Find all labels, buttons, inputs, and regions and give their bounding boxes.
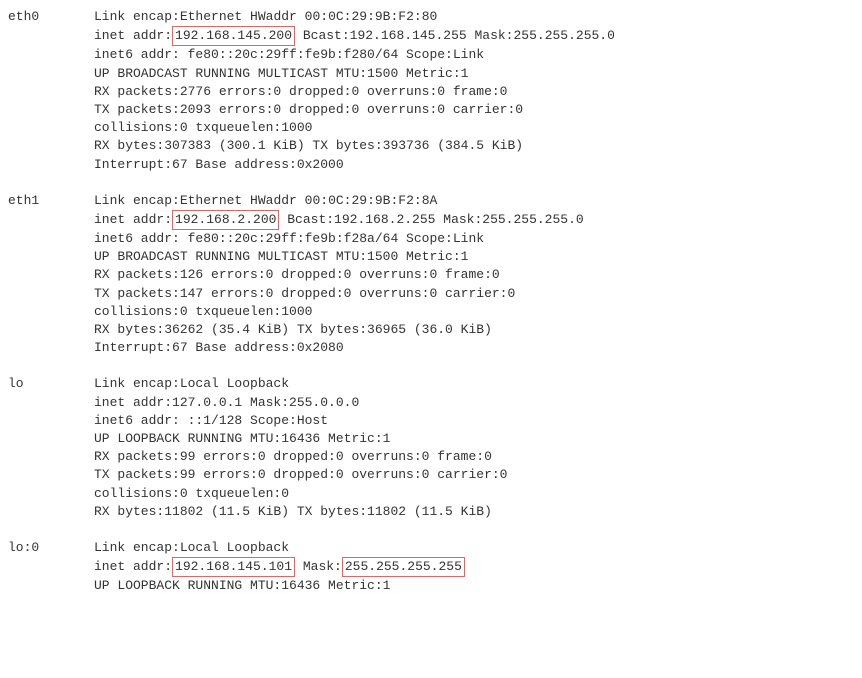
iface-name: eth0 [8, 8, 94, 26]
interface-eth0: eth0 Link encap:Ethernet HWaddr 00:0C:29… [8, 8, 854, 174]
flags-line: UP BROADCAST RUNNING MULTICAST MTU:1500 … [94, 248, 468, 266]
inet6-line: inet6 addr: fe80::20c:29ff:fe9b:f28a/64 … [94, 230, 484, 248]
bytes-line: RX bytes:36262 (35.4 KiB) TX bytes:36965… [94, 321, 492, 339]
inet-addr-value-boxed: 192.168.2.200 [172, 210, 279, 230]
rx-packets-line: RX packets:2776 errors:0 dropped:0 overr… [94, 83, 507, 101]
tx-packets-line: TX packets:2093 errors:0 dropped:0 overr… [94, 101, 523, 119]
inet-line: inet addr:127.0.0.1 Mask:255.0.0.0 [94, 394, 359, 412]
iface-name: lo [8, 375, 94, 393]
iface-link-line: Link encap:Ethernet HWaddr 00:0C:29:9B:F… [94, 192, 437, 210]
tx-packets-line: TX packets:147 errors:0 dropped:0 overru… [94, 285, 515, 303]
iface-link-line: Link encap:Ethernet HWaddr 00:0C:29:9B:F… [94, 8, 437, 26]
inet-addr-value-boxed: 192.168.145.101 [172, 557, 295, 577]
flags-line: UP LOOPBACK RUNNING MTU:16436 Metric:1 [94, 577, 390, 595]
iface-name: lo:0 [8, 539, 94, 557]
hwaddr-value: 00:0C:29:9B:F2:80 [305, 9, 438, 24]
inet6-line: inet6 addr: ::1/128 Scope:Host [94, 412, 328, 430]
inet6-line: inet6 addr: fe80::20c:29ff:fe9b:f280/64 … [94, 46, 484, 64]
link-encap-label: Link encap: [94, 9, 180, 24]
bytes-line: RX bytes:307383 (300.1 KiB) TX bytes:393… [94, 137, 523, 155]
interface-lo: lo Link encap:Local Loopback inet addr:1… [8, 375, 854, 521]
inet-line: inet addr:192.168.2.200 Bcast:192.168.2.… [94, 210, 584, 230]
link-encap-value: Ethernet [180, 9, 242, 24]
collisions-line: collisions:0 txqueuelen:1000 [94, 119, 312, 137]
iface-name: eth1 [8, 192, 94, 210]
inet-addr-label: inet addr: [94, 559, 172, 574]
mask-label: Mask: [295, 559, 342, 574]
tx-packets-line: TX packets:99 errors:0 dropped:0 overrun… [94, 466, 507, 484]
inet-addr-value-boxed: 192.168.145.200 [172, 26, 295, 46]
flags-line: UP BROADCAST RUNNING MULTICAST MTU:1500 … [94, 65, 468, 83]
rx-packets-line: RX packets:99 errors:0 dropped:0 overrun… [94, 448, 492, 466]
inet-addr-label: inet addr: [94, 28, 172, 43]
interrupt-line: Interrupt:67 Base address:0x2000 [94, 156, 344, 174]
hwaddr-label: HWaddr [242, 193, 304, 208]
inet-line: inet addr:192.168.145.101 Mask:255.255.2… [94, 557, 465, 577]
hwaddr-value: 00:0C:29:9B:F2:8A [305, 193, 438, 208]
interface-eth1: eth1 Link encap:Ethernet HWaddr 00:0C:29… [8, 192, 854, 358]
rx-packets-line: RX packets:126 errors:0 dropped:0 overru… [94, 266, 500, 284]
iface-link-line: Link encap:Local Loopback [94, 539, 289, 557]
hwaddr-label: HWaddr [242, 9, 304, 24]
flags-line: UP LOOPBACK RUNNING MTU:16436 Metric:1 [94, 430, 390, 448]
inet-rest: Bcast:192.168.2.255 Mask:255.255.255.0 [279, 212, 583, 227]
link-encap-value: Ethernet [180, 193, 242, 208]
inet-line: inet addr:192.168.145.200 Bcast:192.168.… [94, 26, 615, 46]
collisions-line: collisions:0 txqueuelen:1000 [94, 303, 312, 321]
inet-rest: Bcast:192.168.145.255 Mask:255.255.255.0 [295, 28, 615, 43]
mask-value-boxed: 255.255.255.255 [342, 557, 465, 577]
interface-lo0: lo:0 Link encap:Local Loopback inet addr… [8, 539, 854, 596]
iface-link-line: Link encap:Local Loopback [94, 375, 289, 393]
collisions-line: collisions:0 txqueuelen:0 [94, 485, 289, 503]
interrupt-line: Interrupt:67 Base address:0x2080 [94, 339, 344, 357]
link-encap-label: Link encap: [94, 193, 180, 208]
bytes-line: RX bytes:11802 (11.5 KiB) TX bytes:11802… [94, 503, 492, 521]
inet-addr-label: inet addr: [94, 212, 172, 227]
